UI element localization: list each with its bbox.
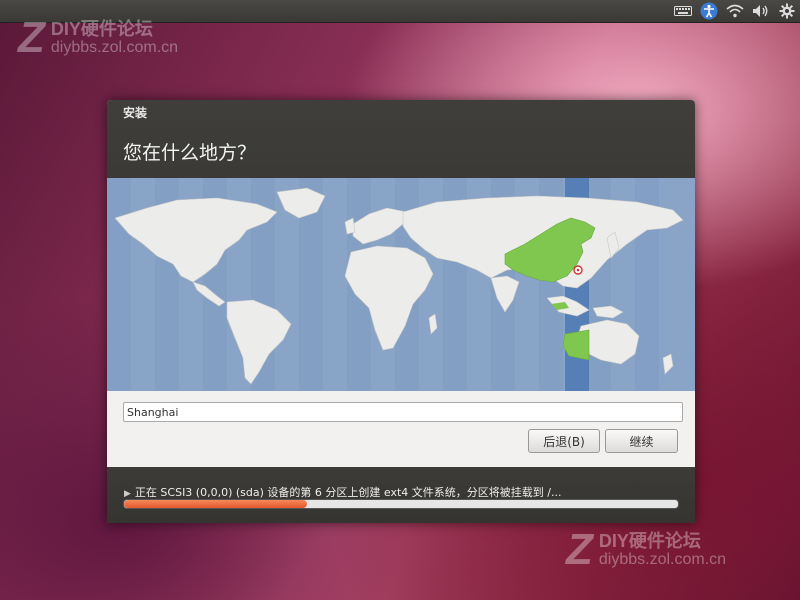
watermark-url: diybbs.zol.com.cn — [598, 551, 727, 568]
city-input[interactable] — [123, 402, 683, 422]
accessibility-icon[interactable] — [696, 0, 722, 22]
watermark-logo: Z — [18, 13, 45, 62]
progress-bar — [123, 499, 679, 509]
expand-arrow-icon[interactable]: ▶ — [124, 489, 131, 499]
back-button[interactable]: 后退(B) — [528, 429, 600, 453]
watermark-title: DIY硬件论坛 — [50, 19, 153, 39]
watermark-bottom-right: Z DIY硬件论坛 diybbs.zol.com.cn — [566, 528, 726, 572]
window-header: 安装 您在什么地方？ — [107, 100, 695, 178]
watermark-logo: Z — [566, 525, 593, 574]
location-form: 后退(B) 继续 — [107, 391, 695, 467]
gear-icon[interactable] — [774, 0, 800, 22]
status-bar: ▶ 正在 SCSI3 (0,0,0) (sda) 设备的第 6 分区上创建 ext… — [107, 467, 695, 523]
status-line: ▶ 正在 SCSI3 (0,0,0) (sda) 设备的第 6 分区上创建 ext… — [124, 484, 561, 500]
watermark-title: DIY硬件论坛 — [598, 531, 701, 551]
volume-icon[interactable] — [748, 0, 774, 22]
watermark-top-left: Z DIY硬件论坛 diybbs.zol.com.cn — [18, 16, 178, 60]
location-pin-icon — [573, 265, 583, 275]
progress-fill — [124, 500, 307, 508]
watermark-url: diybbs.zol.com.cn — [50, 39, 179, 56]
installer-window: 安装 您在什么地方？ Shanghai 后退(B) 继续 ▶ 正在 SCSI3 … — [107, 100, 695, 523]
continue-button[interactable]: 继续 — [605, 429, 678, 453]
wifi-icon[interactable] — [722, 0, 748, 22]
timezone-map[interactable] — [107, 178, 695, 391]
window-title: 安装 — [123, 106, 148, 120]
keyboard-icon[interactable] — [670, 0, 696, 22]
status-text: 正在 SCSI3 (0,0,0) (sda) 设备的第 6 分区上创建 ext4… — [134, 486, 562, 499]
page-title: 您在什么地方？ — [123, 142, 257, 164]
